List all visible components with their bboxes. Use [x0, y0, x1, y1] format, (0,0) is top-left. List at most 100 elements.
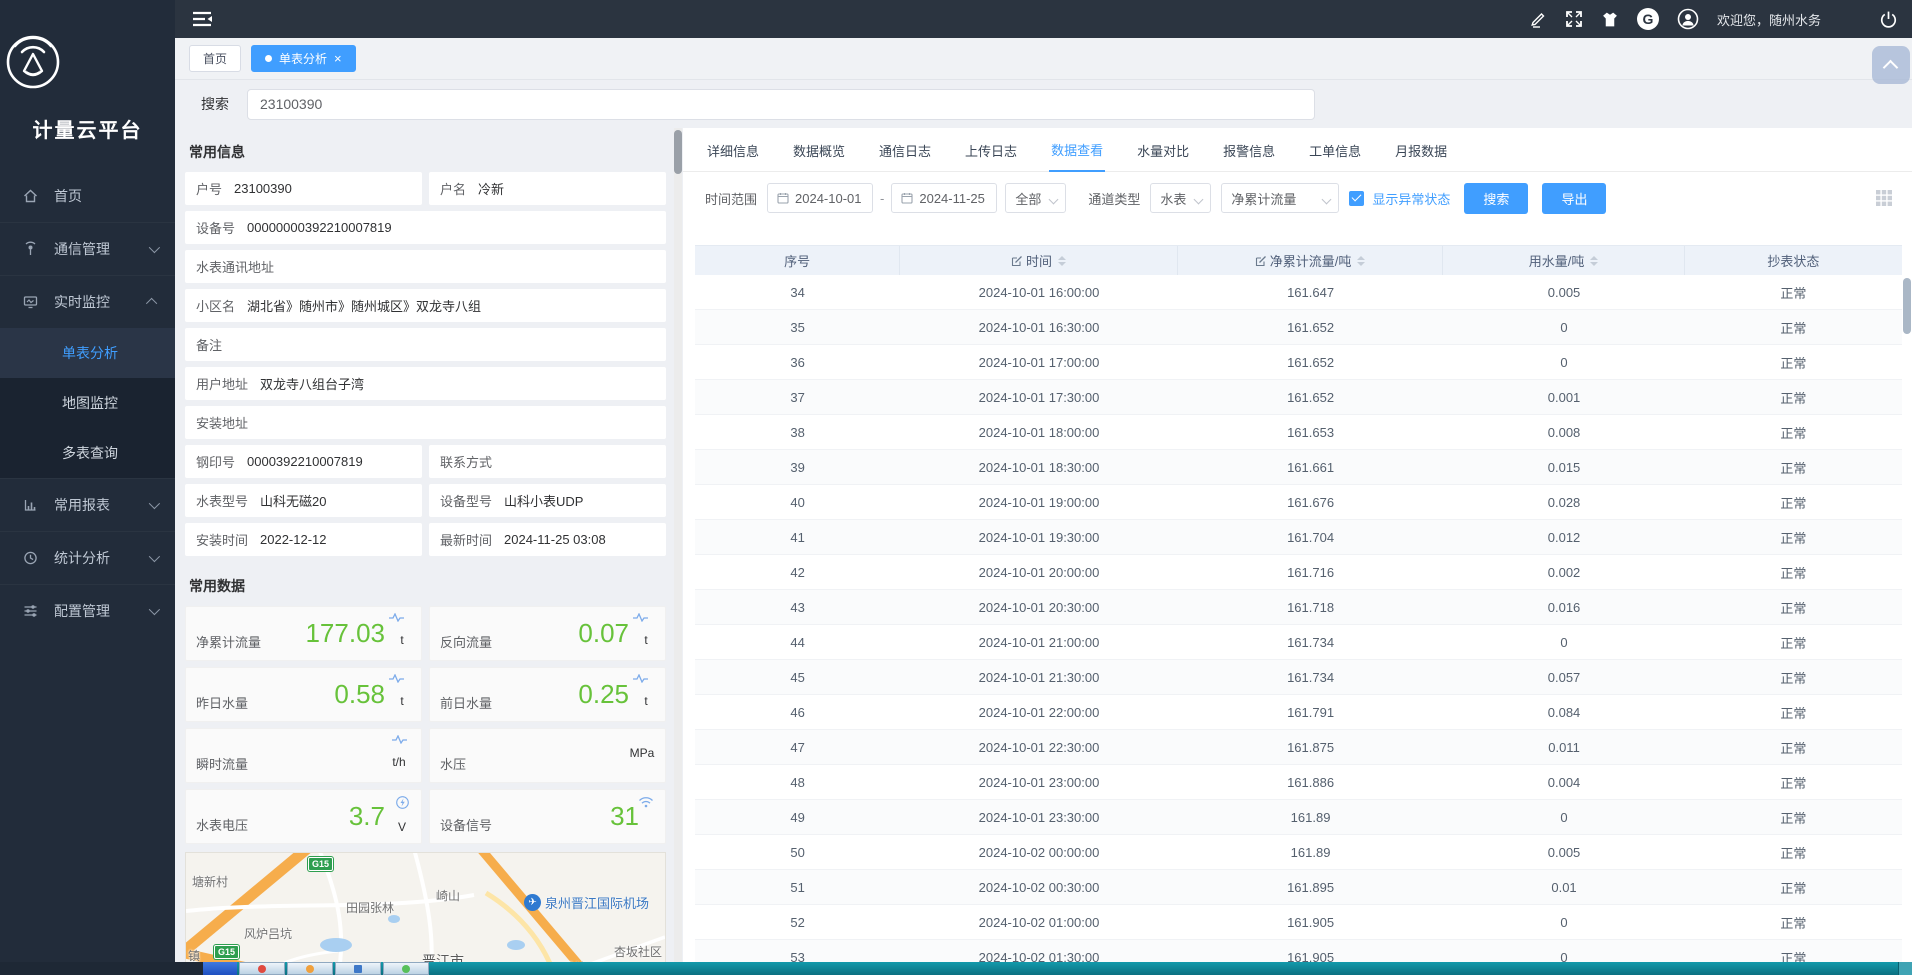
channel-select[interactable]: 水表 — [1150, 183, 1211, 213]
field-latest-time: 最新时间 2024-11-25 03:08 — [429, 523, 666, 556]
table-row: 44 2024-10-01 21:00:00 161.734 0 正常 — [695, 625, 1902, 660]
taskbar-app-button-2[interactable] — [287, 962, 333, 975]
table-scrollbar-thumb[interactable] — [1903, 278, 1911, 334]
sort-icons[interactable] — [1357, 256, 1365, 266]
taskbar-app-button-4[interactable] — [383, 962, 429, 975]
cell-time: 2024-10-01 17:00:00 — [900, 355, 1178, 370]
sidebar-item-realtime-monitor[interactable]: 实时监控 — [0, 275, 175, 328]
search-input[interactable] — [247, 89, 1315, 120]
field-install-time: 安装时间 2022-12-12 — [185, 523, 422, 556]
cell-usage: 0 — [1443, 355, 1684, 370]
water-meter-logo-icon — [0, 28, 66, 90]
date-from-input[interactable]: 2024-10-01 — [767, 183, 873, 213]
page-tab-home[interactable]: 首页 — [189, 45, 241, 72]
location-map[interactable]: 塘新村 田园张林 崎山 风炉吕坑 镇 晋江市 后林 杏坂社区 亳村 G15 G1… — [185, 852, 666, 962]
page-tab-single-meter[interactable]: 单表分析 × — [251, 45, 356, 72]
date-to-input[interactable]: 2024-11-25 — [891, 183, 997, 213]
left-panel-scrollbar-thumb[interactable] — [674, 130, 682, 174]
tab-usage-compare[interactable]: 水量对比 — [1135, 128, 1191, 171]
cell-time: 2024-10-01 23:00:00 — [900, 775, 1178, 790]
theme-shirt-icon[interactable] — [1601, 11, 1619, 28]
cell-time: 2024-10-01 20:30:00 — [900, 600, 1178, 615]
tab-detail-info[interactable]: 详细信息 — [705, 128, 761, 171]
map-place-label: 塘新村 — [192, 873, 228, 890]
field-value: 山科小表UDP — [504, 491, 583, 510]
cell-usage: 0 — [1443, 915, 1684, 930]
metric-select[interactable]: 净累计流量 — [1221, 183, 1339, 213]
export-button[interactable]: 导出 — [1542, 183, 1606, 214]
cell-usage: 0 — [1443, 810, 1684, 825]
tab-upload-log[interactable]: 上传日志 — [963, 128, 1019, 171]
cell-usage: 0.001 — [1443, 390, 1684, 405]
cell-usage: 0.028 — [1443, 495, 1684, 510]
metric-unit: V — [389, 820, 415, 834]
home-icon — [22, 188, 40, 204]
tab-data-view[interactable]: 数据查看 — [1049, 127, 1105, 172]
metric-unit: t — [389, 694, 415, 708]
table-row: 37 2024-10-01 17:30:00 161.652 0.001 正常 — [695, 380, 1902, 415]
g-language-icon[interactable]: G — [1637, 8, 1659, 30]
header-time[interactable]: 时间 — [900, 246, 1178, 275]
header-net-total[interactable]: 净累计流量/吨 — [1178, 246, 1444, 275]
collapse-sidebar-icon[interactable] — [191, 9, 213, 29]
cell-net-total: 161.652 — [1178, 355, 1444, 370]
sidebar-item-configuration[interactable]: 配置管理 — [0, 584, 175, 637]
back-to-top-button[interactable] — [1872, 46, 1910, 84]
cell-net-total: 161.718 — [1178, 600, 1444, 615]
left-panel-scrollbar[interactable] — [674, 128, 682, 962]
header-status[interactable]: 抄表状态 — [1685, 246, 1902, 275]
field-install-address: 安装地址 — [185, 406, 666, 439]
cell-time: 2024-10-01 22:00:00 — [900, 705, 1178, 720]
cell-net-total: 161.661 — [1178, 460, 1444, 475]
tab-workorder-info[interactable]: 工单信息 — [1307, 128, 1363, 171]
field-value: 0000392210007819 — [247, 454, 363, 469]
show-abnormal-checkbox[interactable] — [1349, 191, 1364, 206]
granularity-select[interactable]: 全部 — [1005, 183, 1066, 213]
avatar-icon[interactable] — [1677, 8, 1699, 30]
search-button[interactable]: 搜索 — [1464, 183, 1528, 214]
cell-usage: 0.012 — [1443, 530, 1684, 545]
field-value: 23100390 — [234, 181, 292, 196]
sort-icons[interactable] — [1058, 256, 1066, 266]
field-value: 冷新 — [478, 179, 504, 198]
power-icon[interactable] — [1879, 10, 1898, 29]
field-label: 水表通讯地址 — [196, 257, 274, 276]
sidebar-item-map-monitor[interactable]: 地图监控 — [0, 378, 175, 428]
taskbar-start-button[interactable] — [203, 962, 237, 975]
voltage-icon — [396, 796, 409, 809]
sidebar-item-common-reports[interactable]: 常用报表 — [0, 478, 175, 531]
map-place-label: 风炉吕坑 — [244, 925, 292, 942]
field-label: 小区名 — [196, 296, 235, 315]
sidebar-item-home[interactable]: 首页 — [0, 169, 175, 222]
edit-icon[interactable] — [1529, 10, 1547, 28]
cell-usage: 0.015 — [1443, 460, 1684, 475]
sidebar-item-communication[interactable]: 通信管理 — [0, 222, 175, 275]
field-owner-name: 户名 冷新 — [429, 172, 666, 205]
tab-data-overview[interactable]: 数据概览 — [791, 128, 847, 171]
sidebar-item-single-meter-analysis[interactable]: 单表分析 — [0, 328, 175, 378]
tab-comm-log[interactable]: 通信日志 — [877, 128, 933, 171]
cell-time: 2024-10-01 21:30:00 — [900, 670, 1178, 685]
cell-seq: 51 — [695, 880, 900, 895]
cell-usage: 0 — [1443, 635, 1684, 650]
taskbar-app-button-1[interactable] — [239, 962, 285, 975]
cell-seq: 38 — [695, 425, 900, 440]
sidebar-item-multi-meter-query[interactable]: 多表查询 — [0, 428, 175, 478]
show-desktop-button[interactable] — [1898, 962, 1912, 975]
sidebar-item-statistics[interactable]: 统计分析 — [0, 531, 175, 584]
taskbar-app-button-3[interactable] — [335, 962, 381, 975]
header-usage[interactable]: 用水量/吨 — [1443, 246, 1684, 275]
active-tab-dot — [265, 55, 272, 62]
tab-alarm-info[interactable]: 报警信息 — [1221, 128, 1277, 171]
header-seq[interactable]: 序号 — [695, 246, 900, 275]
cell-status: 正常 — [1685, 528, 1902, 547]
cell-status: 正常 — [1685, 668, 1902, 687]
sort-icons[interactable] — [1590, 256, 1598, 266]
column-settings-icon[interactable] — [1876, 190, 1892, 206]
highway-badge: G15 — [214, 945, 239, 959]
fullscreen-icon[interactable] — [1565, 10, 1583, 28]
tab-monthly-report[interactable]: 月报数据 — [1393, 128, 1449, 171]
close-tab-icon[interactable]: × — [334, 52, 342, 65]
cell-status: 正常 — [1685, 878, 1902, 897]
cell-seq: 36 — [695, 355, 900, 370]
